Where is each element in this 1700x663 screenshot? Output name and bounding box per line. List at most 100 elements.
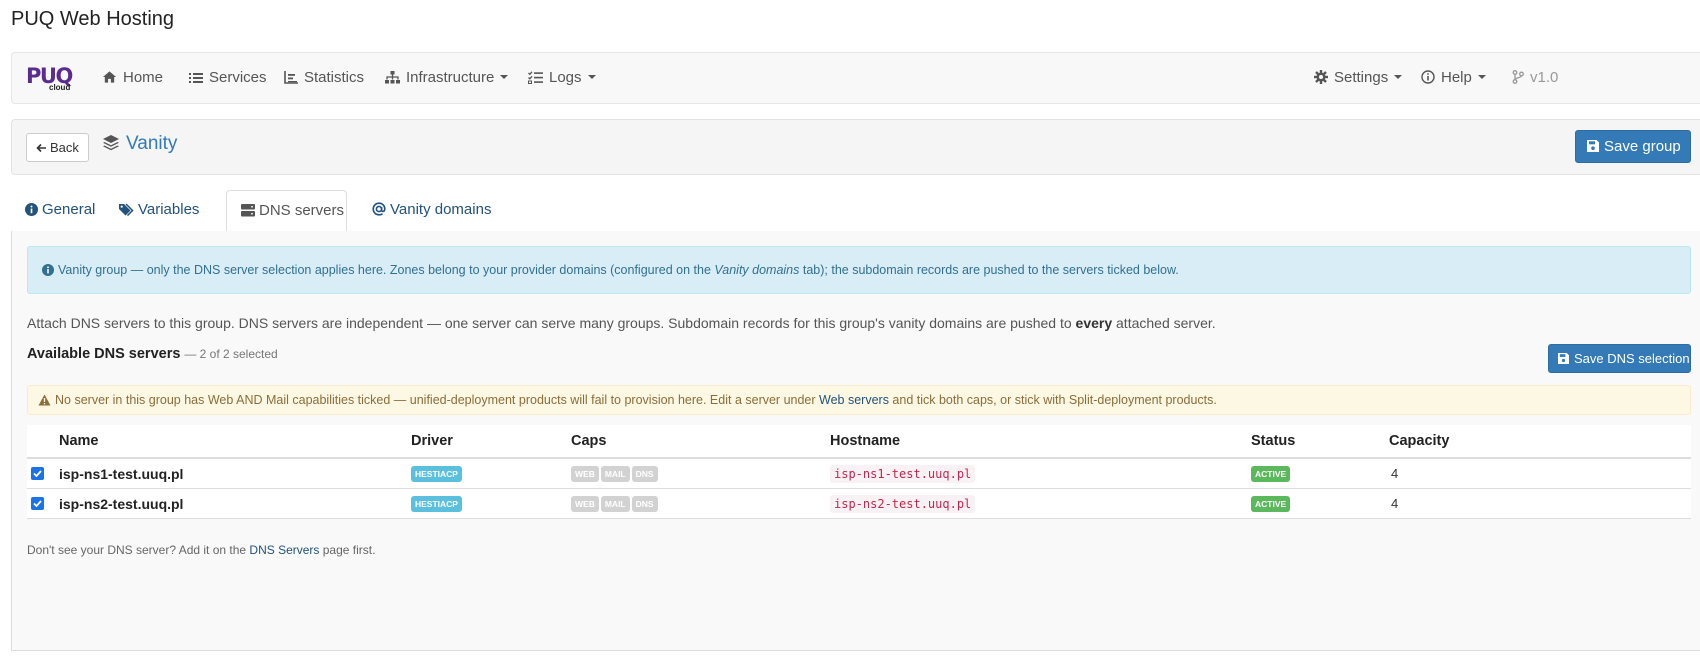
- nav-services-label: Services: [209, 69, 267, 86]
- save-group-button[interactable]: Save group: [1575, 130, 1691, 163]
- column-header-driver: Driver: [411, 433, 453, 449]
- tab-bar: General Variables DNS servers Vanity dom…: [11, 190, 1700, 233]
- page-title-text: Vanity: [126, 133, 178, 154]
- cap-badge-dns: DNS: [631, 465, 658, 482]
- column-header-hostname: Hostname: [830, 433, 901, 449]
- chevron-down-icon: [1477, 75, 1486, 79]
- list-icon: [189, 73, 203, 83]
- capacity-value: 4: [1391, 496, 1399, 511]
- page-header: Back Vanity Save group: [11, 119, 1700, 175]
- nav-settings[interactable]: Settings: [1314, 53, 1403, 103]
- warning-icon: [38, 394, 51, 406]
- dns-servers-table: Name Driver Caps Hostname Status Capacit…: [27, 425, 1691, 519]
- arrow-left-icon: [36, 143, 46, 153]
- footnote-text: Don't see your DNS server? Add it on the: [27, 543, 250, 557]
- warning-text-end: and tick both caps, or stick with Split-…: [888, 393, 1217, 407]
- cap-badge-mail: MAIL: [600, 495, 630, 512]
- tasks-icon: [528, 71, 543, 84]
- info-circle-icon: [25, 203, 38, 216]
- layers-icon: [103, 135, 119, 151]
- version-indicator: v1.0: [1512, 53, 1558, 103]
- save-icon: [1558, 353, 1569, 364]
- chevron-down-icon: [1394, 75, 1403, 79]
- brand-logo-subtext: cloud: [49, 83, 71, 92]
- nav-services[interactable]: Services: [189, 53, 267, 103]
- column-header-name: Name: [59, 433, 99, 449]
- tab-vanity-domains-label: Vanity domains: [390, 201, 492, 218]
- cap-badge-web: WEB: [571, 465, 599, 482]
- status-badge: ACTIVE: [1251, 465, 1291, 482]
- row-checkbox[interactable]: [31, 489, 44, 518]
- nav-logs-label: Logs: [549, 69, 582, 86]
- cap-badge-web: WEB: [571, 495, 599, 512]
- tags-icon: [119, 203, 134, 217]
- status-badge: ACTIVE: [1251, 495, 1291, 512]
- gear-icon: [1314, 70, 1328, 84]
- info-alert-emphasis: Vanity domains: [714, 263, 800, 277]
- column-header-capacity: Capacity: [1389, 433, 1450, 449]
- info-alert-text-end: tab); the subdomain records are pushed t…: [799, 263, 1179, 277]
- nav-statistics[interactable]: Statistics: [284, 53, 364, 103]
- chevron-down-icon: [587, 75, 596, 79]
- cap-badge-dns: DNS: [631, 495, 658, 512]
- version-label: v1.0: [1530, 69, 1559, 86]
- server-name: isp-ns2-test.uuq.pl: [59, 495, 184, 512]
- tab-variables-label: Variables: [138, 201, 200, 218]
- tab-dns-servers[interactable]: DNS servers: [226, 190, 347, 233]
- save-group-label: Save group: [1604, 138, 1681, 155]
- vanity-info-alert: Vanity group — only the DNS server selec…: [27, 246, 1691, 294]
- caps-badges: WEB MAIL DNS: [571, 459, 660, 488]
- description-text: Attach DNS servers to this group. DNS se…: [27, 315, 1076, 331]
- top-navbar: PUQ cloud Home Services Statistics Infra…: [11, 52, 1700, 104]
- info-alert-text: Vanity group — only the DNS server selec…: [58, 263, 715, 277]
- tab-general[interactable]: General: [25, 190, 95, 232]
- footnote: Don't see your DNS server? Add it on the…: [27, 543, 375, 557]
- tab-general-label: General: [42, 201, 96, 218]
- dns-servers-link[interactable]: DNS Servers: [249, 543, 319, 557]
- nav-statistics-label: Statistics: [304, 69, 365, 86]
- row-checkbox[interactable]: [31, 459, 44, 488]
- nav-infrastructure[interactable]: Infrastructure: [385, 53, 509, 103]
- web-servers-link[interactable]: Web servers: [819, 393, 889, 407]
- save-dns-selection-label: Save DNS selection: [1574, 351, 1690, 366]
- servers-heading: Available DNS servers: [27, 346, 181, 362]
- nav-settings-label: Settings: [1334, 69, 1389, 86]
- save-dns-selection-button[interactable]: Save DNS selection: [1548, 344, 1691, 373]
- back-button[interactable]: Back: [26, 133, 89, 162]
- nav-infrastructure-label: Infrastructure: [406, 69, 495, 86]
- capability-warning-alert: No server in this group has Web AND Mail…: [27, 385, 1691, 415]
- chevron-down-icon: [500, 75, 509, 79]
- code-branch-icon: [1512, 70, 1524, 84]
- server-icon: [241, 204, 255, 217]
- info-circle-icon: [42, 264, 54, 276]
- sitemap-icon: [385, 71, 400, 84]
- chart-icon: [284, 71, 298, 84]
- warning-text: No server in this group has Web AND Mail…: [55, 393, 820, 407]
- brand-logo[interactable]: PUQ cloud: [26, 64, 74, 92]
- hostname-code: isp-ns1-test.uuq.pl: [830, 464, 976, 483]
- cap-badge-mail: MAIL: [600, 465, 630, 482]
- nav-help-label: Help: [1441, 69, 1472, 86]
- home-icon: [102, 71, 117, 83]
- nav-help[interactable]: Help: [1421, 53, 1486, 103]
- save-icon: [1587, 140, 1599, 152]
- table-header: Name Driver Caps Hostname Status Capacit…: [27, 425, 1691, 459]
- description-text-end: attached server.: [1112, 315, 1216, 331]
- back-button-label: Back: [50, 140, 79, 155]
- tab-vanity-domains[interactable]: Vanity domains: [372, 190, 491, 232]
- nav-home[interactable]: Home: [102, 53, 163, 103]
- caps-badges: WEB MAIL DNS: [571, 489, 660, 518]
- column-header-status: Status: [1251, 433, 1296, 449]
- hostname-code: isp-ns2-test.uuq.pl: [830, 494, 976, 513]
- tab-variables[interactable]: Variables: [119, 190, 199, 232]
- table-row[interactable]: isp-ns2-test.uuq.pl HESTIACP WEB MAIL DNS …: [27, 489, 1691, 519]
- server-name: isp-ns1-test.uuq.pl: [59, 465, 184, 482]
- driver-badge: HESTIACP: [411, 465, 462, 482]
- checkbox-checked-icon: [31, 467, 44, 480]
- nav-logs[interactable]: Logs: [528, 53, 596, 103]
- section-description: Attach DNS servers to this group. DNS se…: [27, 315, 1216, 331]
- table-row[interactable]: isp-ns1-test.uuq.pl HESTIACP WEB MAIL DNS …: [27, 459, 1691, 489]
- footnote-text-end: page first.: [319, 543, 376, 557]
- at-icon: [372, 202, 386, 216]
- tab-content-dns-servers: Vanity group — only the DNS server selec…: [11, 231, 1700, 651]
